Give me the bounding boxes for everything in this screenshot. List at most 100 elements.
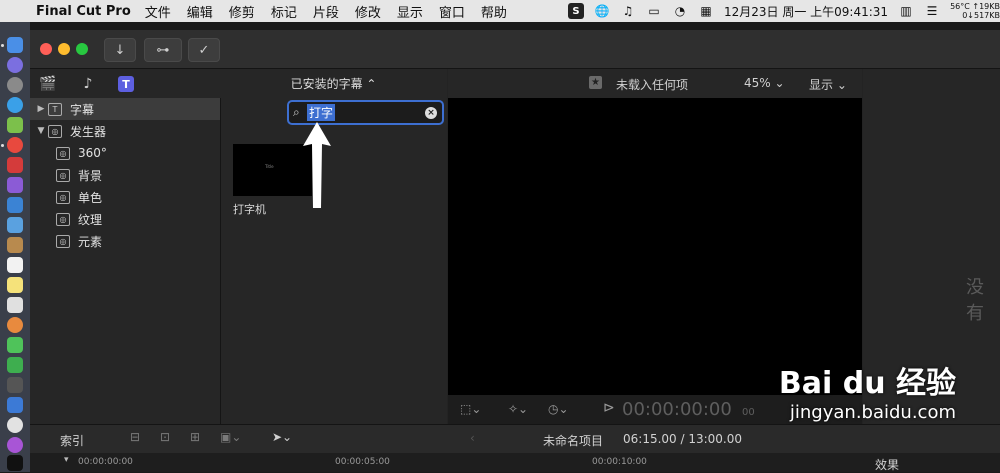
clear-search-icon[interactable]: ×	[425, 106, 437, 119]
menu-file[interactable]: 文件	[145, 2, 171, 21]
app-name-menu[interactable]: Final Cut Pro	[36, 4, 131, 19]
launchpad-dock-icon[interactable]	[7, 77, 23, 93]
background-tasks-button[interactable]: ✓	[188, 38, 220, 62]
timecode-display[interactable]: 00:00:00:00	[622, 399, 732, 420]
menu-help[interactable]: 帮助	[481, 2, 507, 21]
photos-audio-icon[interactable]: ♪	[78, 74, 98, 94]
chrome-dock-icon[interactable]	[7, 137, 23, 153]
zoom-window-button[interactable]	[76, 43, 88, 55]
sidebar-item-label: 背景	[78, 168, 103, 183]
generator-category-icon: ◎	[56, 146, 70, 160]
globe-icon[interactable]: 🌐	[594, 3, 610, 19]
android-dock-icon[interactable]	[7, 117, 23, 133]
sidebar-item-label: 字幕	[70, 102, 95, 117]
display-menu[interactable]: 显示 ⌄	[809, 76, 847, 93]
generator-category-icon: ◎	[56, 212, 70, 226]
index-button[interactable]: 索引	[60, 432, 84, 449]
red-app-dock-icon[interactable]	[7, 157, 23, 173]
notes-dock-icon[interactable]	[7, 277, 23, 293]
menu-clip[interactable]: 片段	[313, 2, 339, 21]
contacts-dock-icon[interactable]	[7, 237, 23, 253]
enhance-menu-icon[interactable]: ✧⌄	[508, 402, 528, 416]
running-indicator	[1, 44, 4, 47]
calendar-icon[interactable]: ▦	[698, 3, 714, 19]
sidebar-item-elements[interactable]: ◎ 元素	[30, 230, 246, 252]
reminders-dock-icon[interactable]	[7, 297, 23, 313]
baidu-watermark: Bai du 经验 jingyan.baidu.com	[779, 358, 956, 423]
podcasts-dock-icon[interactable]	[7, 437, 23, 453]
minimize-window-button[interactable]	[58, 43, 70, 55]
menu-window[interactable]: 窗口	[439, 2, 465, 21]
watermark-url: jingyan.baidu.com	[789, 402, 956, 423]
sidebar-item-backgrounds[interactable]: ◎ 背景	[30, 164, 246, 186]
sidebar-item-label: 单色	[78, 190, 103, 205]
menu-trim[interactable]: 修剪	[229, 2, 255, 21]
siri-dock-icon[interactable]	[7, 57, 23, 73]
s-app-icon[interactable]: S	[567, 3, 584, 19]
sidebar-item-titles[interactable]: ▶ T 字幕	[30, 98, 220, 120]
overwrite-clip-icon[interactable]: ▣⌄	[220, 430, 241, 444]
inspector-empty-text: 没有	[966, 277, 984, 324]
messages-dock-icon[interactable]	[7, 337, 23, 353]
blue-app-dock-icon[interactable]	[7, 197, 23, 213]
installed-titles-header[interactable]: 已安装的字幕 ⌃	[220, 69, 447, 98]
history-back-icon[interactable]: ‹	[470, 431, 475, 445]
tv-dock-icon[interactable]	[7, 455, 23, 471]
keynote-dock-icon[interactable]	[7, 397, 23, 413]
preview-dock-icon[interactable]	[7, 217, 23, 233]
play-icon[interactable]: ⊳	[603, 400, 615, 416]
libraries-clapper-icon[interactable]: 🎬	[38, 74, 58, 94]
disclosure-triangle-icon[interactable]: ▶	[34, 104, 48, 114]
keywords-button[interactable]: ⊶	[144, 38, 182, 62]
menu-edit[interactable]: 编辑	[187, 2, 213, 21]
project-name[interactable]: 未命名项目	[543, 432, 603, 449]
title-thumbnail[interactable]: Title	[233, 144, 312, 196]
generator-category-icon: ◎	[56, 190, 70, 204]
playhead-icon[interactable]: ▾	[64, 455, 69, 465]
itunes-dock-icon[interactable]	[7, 417, 23, 433]
sidebar-item-solids[interactable]: ◎ 单色	[30, 186, 246, 208]
annotation-arrow	[303, 122, 331, 208]
append-clip-icon[interactable]: ⊞	[190, 430, 200, 444]
sidebar-item-textures[interactable]: ◎ 纹理	[30, 208, 246, 230]
photos-dock-icon[interactable]	[7, 317, 23, 333]
menubar-clock[interactable]: 12月23日 周一 上午09:41:31	[724, 3, 888, 20]
search-input[interactable]: 打字	[307, 104, 336, 121]
star-icon: ★	[589, 76, 602, 89]
music-icon[interactable]: ♫	[620, 3, 636, 19]
finder-dock-icon[interactable]	[7, 37, 23, 53]
close-window-button[interactable]	[40, 43, 52, 55]
menu-mark[interactable]: 标记	[271, 2, 297, 21]
connect-clip-icon[interactable]: ⊟	[130, 430, 140, 444]
insert-clip-icon[interactable]: ⊡	[160, 430, 170, 444]
sidebar-item-label: 元素	[78, 234, 103, 249]
facetime-dock-icon[interactable]	[7, 357, 23, 373]
menu-view[interactable]: 显示	[397, 2, 423, 21]
window-icon[interactable]: ▥	[898, 3, 914, 19]
titles-generators-icon[interactable]: T	[118, 76, 134, 92]
purple-app-dock-icon[interactable]	[7, 177, 23, 193]
watermark-brand: Bai du 经验	[778, 366, 956, 401]
sidebar-item-360[interactable]: ◎ 360°	[30, 142, 246, 164]
sidebar-item-generators[interactable]: ▼ ◎ 发生器	[30, 120, 220, 142]
camera-dock-icon[interactable]	[7, 377, 23, 393]
list-icon[interactable]: ☰	[924, 3, 940, 19]
time-machine-icon[interactable]: ◔	[672, 3, 688, 19]
calendar-dock-icon[interactable]	[7, 257, 23, 273]
title-item-label: 打字机	[233, 203, 266, 216]
retime-menu-icon[interactable]: ◷⌄	[548, 402, 569, 416]
import-button[interactable]: ↓	[104, 38, 136, 62]
viewer-status: 未载入任何项	[616, 78, 689, 92]
menu-modify[interactable]: 修改	[355, 2, 381, 21]
search-icon: ⌕	[293, 105, 300, 119]
safari-dock-icon[interactable]	[7, 97, 23, 113]
select-tool-icon[interactable]: ➤⌄	[272, 430, 292, 444]
airplay-icon[interactable]: ▭	[646, 3, 662, 19]
system-stats[interactable]: 56°C ↑19KB 0↓517KB	[950, 2, 1000, 20]
transform-menu-icon[interactable]: ⬚⌄	[460, 402, 481, 416]
disclosure-triangle-icon[interactable]: ▼	[34, 126, 48, 136]
browser-toolbar: 🎬 ♪ T	[30, 69, 220, 98]
net-up: ↑19KB	[972, 2, 1000, 11]
download-arrow-icon: ↓	[114, 42, 126, 58]
zoom-menu[interactable]: 45% ⌄	[744, 76, 785, 90]
